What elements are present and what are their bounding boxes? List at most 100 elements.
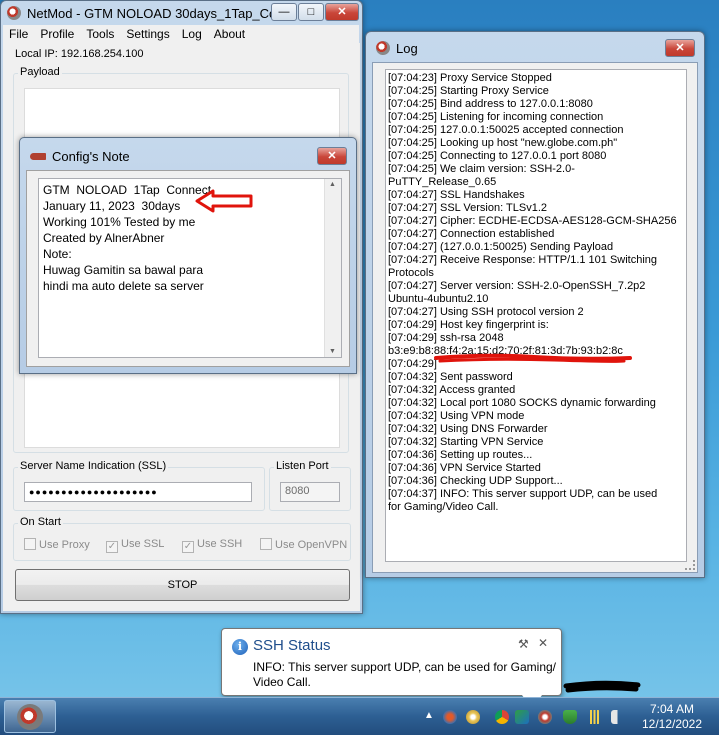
red-redaction-scribble (434, 353, 632, 363)
sni-input[interactable]: ●●●●●●●●●●●●●●●●●●●● (24, 482, 252, 502)
log-textbox[interactable]: [07:04:23] Proxy Service Stopped [07:04:… (385, 69, 687, 562)
maximize-button[interactable]: □ (298, 3, 324, 21)
log-line: [07:04:27] Server version: SSH-2.0-OpenS… (388, 280, 646, 292)
log-line: [07:04:29] Host key fingerprint is: (388, 319, 549, 331)
log-line: [07:04:25] We claim version: SSH-2.0- (388, 163, 575, 175)
menu-bar: File Profile Tools Settings Log About (3, 25, 359, 43)
scroll-down-icon[interactable]: ▼ (329, 348, 336, 355)
listen-port-input[interactable]: 8080 (280, 482, 340, 502)
clock[interactable]: 7:04 AM 12/12/2022 (632, 702, 712, 732)
log-line: for Gaming/Video Call. (388, 501, 499, 513)
menu-log[interactable]: Log (176, 25, 208, 43)
security-icon[interactable] (563, 710, 577, 724)
log-line: PuTTY_Release_0.65 (388, 176, 497, 188)
netmod-title: NetMod - GTM NOLOAD 30days_1Tap_Co... (7, 6, 287, 21)
use-ssl-box: ✓ (106, 541, 118, 553)
menu-about[interactable]: About (208, 25, 251, 43)
log-line: [07:04:25] Listening for incoming connec… (388, 111, 604, 123)
note-line: Created by AlnerAbner (43, 231, 165, 245)
balloon-message-line2: Video Call. (253, 675, 311, 689)
log-line: [07:04:27] (127.0.0.1:50025) Sending Pay… (388, 241, 614, 253)
balloon-close-button[interactable]: ✕ (538, 636, 548, 650)
on-start-label: On Start (18, 516, 63, 528)
use-ssl-checkbox[interactable]: ✓ Use SSL (106, 538, 164, 553)
menu-file[interactable]: File (3, 25, 34, 43)
media-icon[interactable] (466, 710, 480, 724)
log-line: [07:04:25] Bind address to 127.0.0.1:808… (388, 98, 593, 110)
config-note-textbox[interactable]: GTM NOLOAD 1Tap Connect January 11, 2023… (38, 178, 342, 358)
config-note-window: Config's Note ✕ GTM NOLOAD 1Tap Connect … (19, 137, 357, 374)
log-line: Ubuntu-4ubuntu2.10 (388, 293, 489, 305)
log-line: [07:04:25] Connecting to 127.0.0.1 port … (388, 150, 607, 162)
use-openvpn-checkbox[interactable]: Use OpenVPN (260, 538, 347, 551)
log-client: [07:04:23] Proxy Service Stopped [07:04:… (372, 62, 698, 573)
config-note-close-button[interactable]: ✕ (317, 147, 347, 165)
listen-port-group: Listen Port 8080 (269, 460, 351, 511)
balloon-options-icon[interactable]: ⚒ (518, 637, 529, 651)
on-start-group: On Start Use Proxy ✓ Use SSL ✓ Use SSH Use… (13, 516, 351, 561)
note-line: hindi ma auto delete sa server (43, 279, 204, 293)
sni-label: Server Name Indication (SSL) (18, 460, 169, 472)
menu-settings[interactable]: Settings (120, 25, 175, 43)
use-ssh-checkbox[interactable]: ✓ Use SSH (182, 538, 242, 553)
sni-group: Server Name Indication (SSL) ●●●●●●●●●●●… (13, 460, 265, 511)
log-app-icon (376, 41, 390, 55)
chrome-icon[interactable] (495, 710, 509, 724)
close-button[interactable]: ✕ (325, 3, 359, 21)
use-proxy-box (24, 538, 36, 550)
log-close-button[interactable]: ✕ (665, 39, 695, 57)
balloon-title: SSH Status (253, 637, 331, 654)
log-text: [07:04:23] Proxy Service Stopped [07:04:… (388, 72, 677, 514)
note-line: Note: (43, 247, 72, 261)
log-line: [07:04:29] ssh-rsa 2048 (388, 332, 504, 344)
ssh-status-balloon[interactable]: i SSH Status ⚒ ✕ INFO: This server suppo… (221, 628, 562, 709)
log-line: [07:04:27] Using SSH protocol version 2 (388, 306, 584, 318)
config-note-text: GTM NOLOAD 1Tap Connect January 11, 2023… (43, 182, 211, 294)
log-line: [07:04:36] Checking UDP Support... (388, 475, 563, 487)
show-hidden-icons-icon[interactable]: ▲ (424, 710, 434, 721)
note-line: Working 101% Tested by me (43, 215, 196, 229)
log-line: [07:04:27] SSL Handshakes (388, 189, 525, 201)
resize-grip-icon[interactable] (685, 560, 695, 570)
log-line: Protocols (388, 267, 434, 279)
log-title: Log (376, 41, 418, 56)
log-line: [07:04:32] Sent password (388, 371, 513, 383)
netmod-tray-icon[interactable] (538, 710, 552, 724)
stop-button[interactable]: STOP (15, 569, 350, 601)
menu-tools[interactable]: Tools (80, 25, 120, 43)
use-proxy-checkbox[interactable]: Use Proxy (24, 538, 90, 551)
log-line: [07:04:27] Receive Response: HTTP/1.1 10… (388, 254, 658, 266)
signal-icon[interactable] (587, 710, 601, 724)
capture-icon[interactable] (443, 710, 457, 724)
netmod-taskbar-icon (17, 704, 43, 730)
clock-date: 12/12/2022 (641, 717, 703, 731)
log-line: [07:04:32] Local port 1080 SOCKS dynamic… (388, 397, 656, 409)
payload-label: Payload (18, 66, 62, 78)
scroll-up-icon[interactable]: ▲ (329, 181, 336, 188)
balloon-message-line1: INFO: This server support UDP, can be us… (253, 660, 557, 674)
config-note-scrollbar[interactable]: ▲ ▼ (324, 179, 341, 357)
volume-icon[interactable] (611, 710, 625, 724)
info-icon: i (232, 639, 248, 655)
use-ssh-box: ✓ (182, 541, 194, 553)
log-line: [07:04:32] Starting VPN Service (388, 436, 544, 448)
log-line: [07:04:25] Looking up host "new.globe.co… (388, 137, 618, 149)
local-ip-label: Local IP: 192.168.254.100 (15, 48, 144, 60)
log-line: [07:04:32] Using DNS Forwarder (388, 423, 548, 435)
network-share-icon[interactable] (515, 710, 529, 724)
log-line: [07:04:25] Starting Proxy Service (388, 85, 549, 97)
log-line: [07:04:27] Cipher: ECDHE-ECDSA-AES128-GC… (388, 215, 677, 227)
log-line: [07:04:37] INFO: This server support UDP… (388, 488, 658, 500)
log-line: [07:04:36] Setting up routes... (388, 449, 533, 461)
minimize-button[interactable]: — (271, 3, 297, 21)
listen-port-label: Listen Port (274, 460, 331, 472)
red-arrow-annotation (195, 189, 253, 213)
log-line: [07:04:32] Using VPN mode (388, 410, 525, 422)
config-note-client: GTM NOLOAD 1Tap Connect January 11, 2023… (26, 170, 350, 367)
netmod-taskbar-button[interactable] (4, 700, 56, 733)
menu-profile[interactable]: Profile (34, 25, 80, 43)
netmod-app-icon (7, 6, 21, 20)
black-redaction-scribble (563, 680, 641, 693)
config-note-title: Config's Note (30, 149, 130, 164)
note-line: GTM NOLOAD 1Tap Connect (43, 183, 212, 197)
